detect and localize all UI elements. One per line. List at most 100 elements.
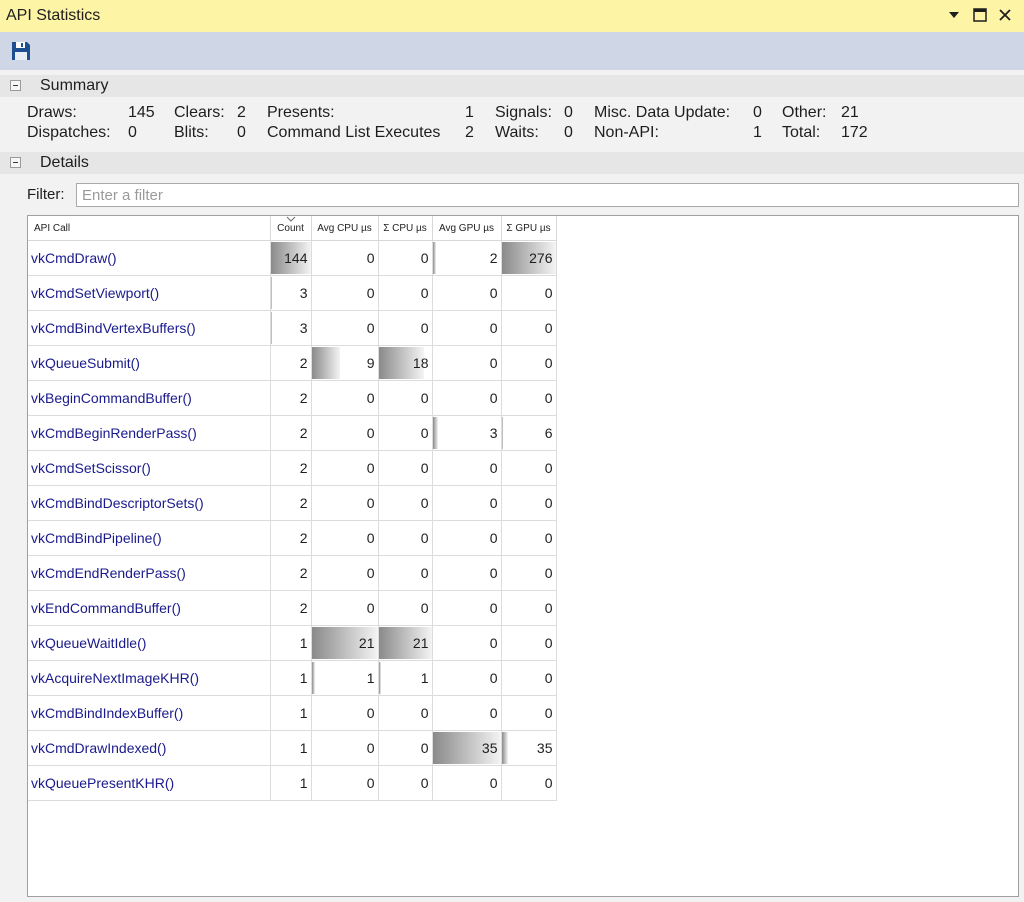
table-row[interactable]: vkBeginCommandBuffer() 2 0 0 0 0 — [28, 380, 557, 416]
cell-avg-cpu: 0 — [311, 415, 379, 451]
table-row[interactable]: vkCmdDraw() 144 0 0 2 276 — [28, 240, 557, 276]
cell-value: 0 — [366, 775, 375, 791]
api-call-name[interactable]: vkQueueWaitIdle() — [28, 625, 271, 661]
summary-section-header[interactable]: Summary — [0, 75, 1024, 97]
cell-value: 21 — [358, 635, 375, 651]
cell-sum-gpu: 0 — [501, 590, 557, 626]
cell-count: 2 — [270, 590, 312, 626]
api-call-name[interactable]: vkCmdBeginRenderPass() — [28, 415, 271, 451]
table-row[interactable]: vkCmdEndRenderPass() 2 0 0 0 0 — [28, 555, 557, 591]
cell-value: 3 — [299, 285, 308, 301]
column-header-count-label: Count — [277, 222, 304, 234]
table-row[interactable]: vkCmdBeginRenderPass() 2 0 0 3 6 — [28, 415, 557, 451]
cell-avg-cpu: 0 — [311, 485, 379, 521]
cell-sum-cpu: 1 — [378, 660, 433, 696]
api-call-name[interactable]: vkQueueSubmit() — [28, 345, 271, 381]
cell-value: 0 — [366, 740, 375, 756]
table-row[interactable]: vkCmdDrawIndexed() 1 0 0 35 35 — [28, 730, 557, 766]
api-call-name[interactable]: vkEndCommandBuffer() — [28, 590, 271, 626]
column-header-count[interactable]: Count — [270, 216, 312, 241]
cell-avg-gpu: 0 — [432, 660, 502, 696]
table-row[interactable]: vkCmdBindPipeline() 2 0 0 0 0 — [28, 520, 557, 556]
summary-presents-label: Presents: — [267, 104, 335, 121]
api-call-name[interactable]: vkBeginCommandBuffer() — [28, 380, 271, 416]
dropdown-arrow-icon[interactable] — [944, 5, 964, 25]
cell-value: 0 — [489, 355, 498, 371]
cell-count: 144 — [270, 240, 312, 276]
table-header-row: API Call Count Avg CPU µs Σ CPU µs Avg G… — [28, 216, 557, 241]
api-call-name[interactable]: vkQueuePresentKHR() — [28, 765, 271, 801]
cell-value: 0 — [366, 565, 375, 581]
column-header-api-call[interactable]: API Call — [28, 216, 271, 241]
cell-value: 3 — [489, 425, 498, 441]
api-call-name[interactable]: vkCmdDrawIndexed() — [28, 730, 271, 766]
cell-value: 0 — [420, 740, 429, 756]
table-row[interactable]: vkEndCommandBuffer() 2 0 0 0 0 — [28, 590, 557, 626]
summary-other-label: Other: — [782, 104, 827, 121]
cell-avg-gpu: 0 — [432, 765, 502, 801]
table-row[interactable]: vkCmdBindIndexBuffer() 1 0 0 0 0 — [28, 695, 557, 731]
column-header-sum-cpu[interactable]: Σ CPU µs — [378, 216, 433, 241]
api-call-name[interactable]: vkCmdBindVertexBuffers() — [28, 310, 271, 346]
details-section-header[interactable]: Details — [0, 152, 1024, 174]
api-call-name[interactable]: vkCmdEndRenderPass() — [28, 555, 271, 591]
cell-avg-cpu: 1 — [311, 660, 379, 696]
collapse-icon[interactable] — [10, 80, 21, 91]
maximize-icon[interactable] — [970, 5, 990, 25]
cell-value: 35 — [481, 740, 498, 756]
value-bar — [270, 382, 272, 414]
cell-value: 6 — [544, 425, 553, 441]
column-header-avg-cpu[interactable]: Avg CPU µs — [311, 216, 379, 241]
summary-cle-label: Command List Executes — [267, 124, 441, 141]
cell-count: 2 — [270, 415, 312, 451]
value-bar — [270, 487, 272, 519]
table-row[interactable]: vkCmdSetScissor() 2 0 0 0 0 — [28, 450, 557, 486]
api-call-name[interactable]: vkAcquireNextImageKHR() — [28, 660, 271, 696]
value-bar — [270, 522, 272, 554]
cell-sum-gpu: 0 — [501, 660, 557, 696]
cell-value: 1 — [420, 670, 429, 686]
summary-draws-value: 145 — [128, 104, 155, 121]
cell-sum-cpu: 0 — [378, 380, 433, 416]
api-call-name[interactable]: vkCmdBindIndexBuffer() — [28, 695, 271, 731]
cell-value: 0 — [544, 530, 553, 546]
summary-other-value: 21 — [841, 104, 859, 121]
cell-value: 0 — [420, 285, 429, 301]
cell-value: 0 — [489, 565, 498, 581]
table-row[interactable]: vkQueuePresentKHR() 1 0 0 0 0 — [28, 765, 557, 801]
cell-avg-cpu: 0 — [311, 275, 379, 311]
api-call-name[interactable]: vkCmdBindPipeline() — [28, 520, 271, 556]
cell-value: 1 — [366, 670, 375, 686]
collapse-icon[interactable] — [10, 157, 21, 168]
cell-sum-cpu: 21 — [378, 625, 433, 661]
cell-sum-gpu: 6 — [501, 415, 557, 451]
api-table-container[interactable]: API Call Count Avg CPU µs Σ CPU µs Avg G… — [27, 215, 1019, 897]
cell-value: 0 — [366, 530, 375, 546]
close-icon[interactable] — [995, 5, 1015, 25]
summary-clears-value: 2 — [237, 104, 246, 121]
column-header-avg-gpu[interactable]: Avg GPU µs — [432, 216, 502, 241]
summary-cle-value: 2 — [465, 124, 474, 141]
table-row[interactable]: vkQueueSubmit() 2 9 18 0 0 — [28, 345, 557, 381]
cell-count: 3 — [270, 275, 312, 311]
cell-count: 2 — [270, 520, 312, 556]
table-row[interactable]: vkCmdBindDescriptorSets() 2 0 0 0 0 — [28, 485, 557, 521]
cell-value: 0 — [544, 320, 553, 336]
table-row[interactable]: vkCmdBindVertexBuffers() 3 0 0 0 0 — [28, 310, 557, 346]
table-row[interactable]: vkCmdSetViewport() 3 0 0 0 0 — [28, 275, 557, 311]
api-call-name[interactable]: vkCmdSetViewport() — [28, 275, 271, 311]
table-row[interactable]: vkQueueWaitIdle() 1 21 21 0 0 — [28, 625, 557, 661]
filter-input[interactable] — [76, 183, 1019, 207]
cell-value: 0 — [420, 705, 429, 721]
table-row[interactable]: vkAcquireNextImageKHR() 1 1 1 0 0 — [28, 660, 557, 696]
value-bar — [270, 277, 272, 309]
cell-count: 2 — [270, 380, 312, 416]
save-icon — [12, 42, 30, 60]
api-call-name[interactable]: vkCmdSetScissor() — [28, 450, 271, 486]
cell-value: 0 — [489, 530, 498, 546]
value-bar — [432, 242, 437, 274]
save-button[interactable] — [10, 40, 32, 62]
column-header-sum-gpu[interactable]: Σ GPU µs — [501, 216, 557, 241]
api-call-name[interactable]: vkCmdDraw() — [28, 240, 271, 276]
api-call-name[interactable]: vkCmdBindDescriptorSets() — [28, 485, 271, 521]
